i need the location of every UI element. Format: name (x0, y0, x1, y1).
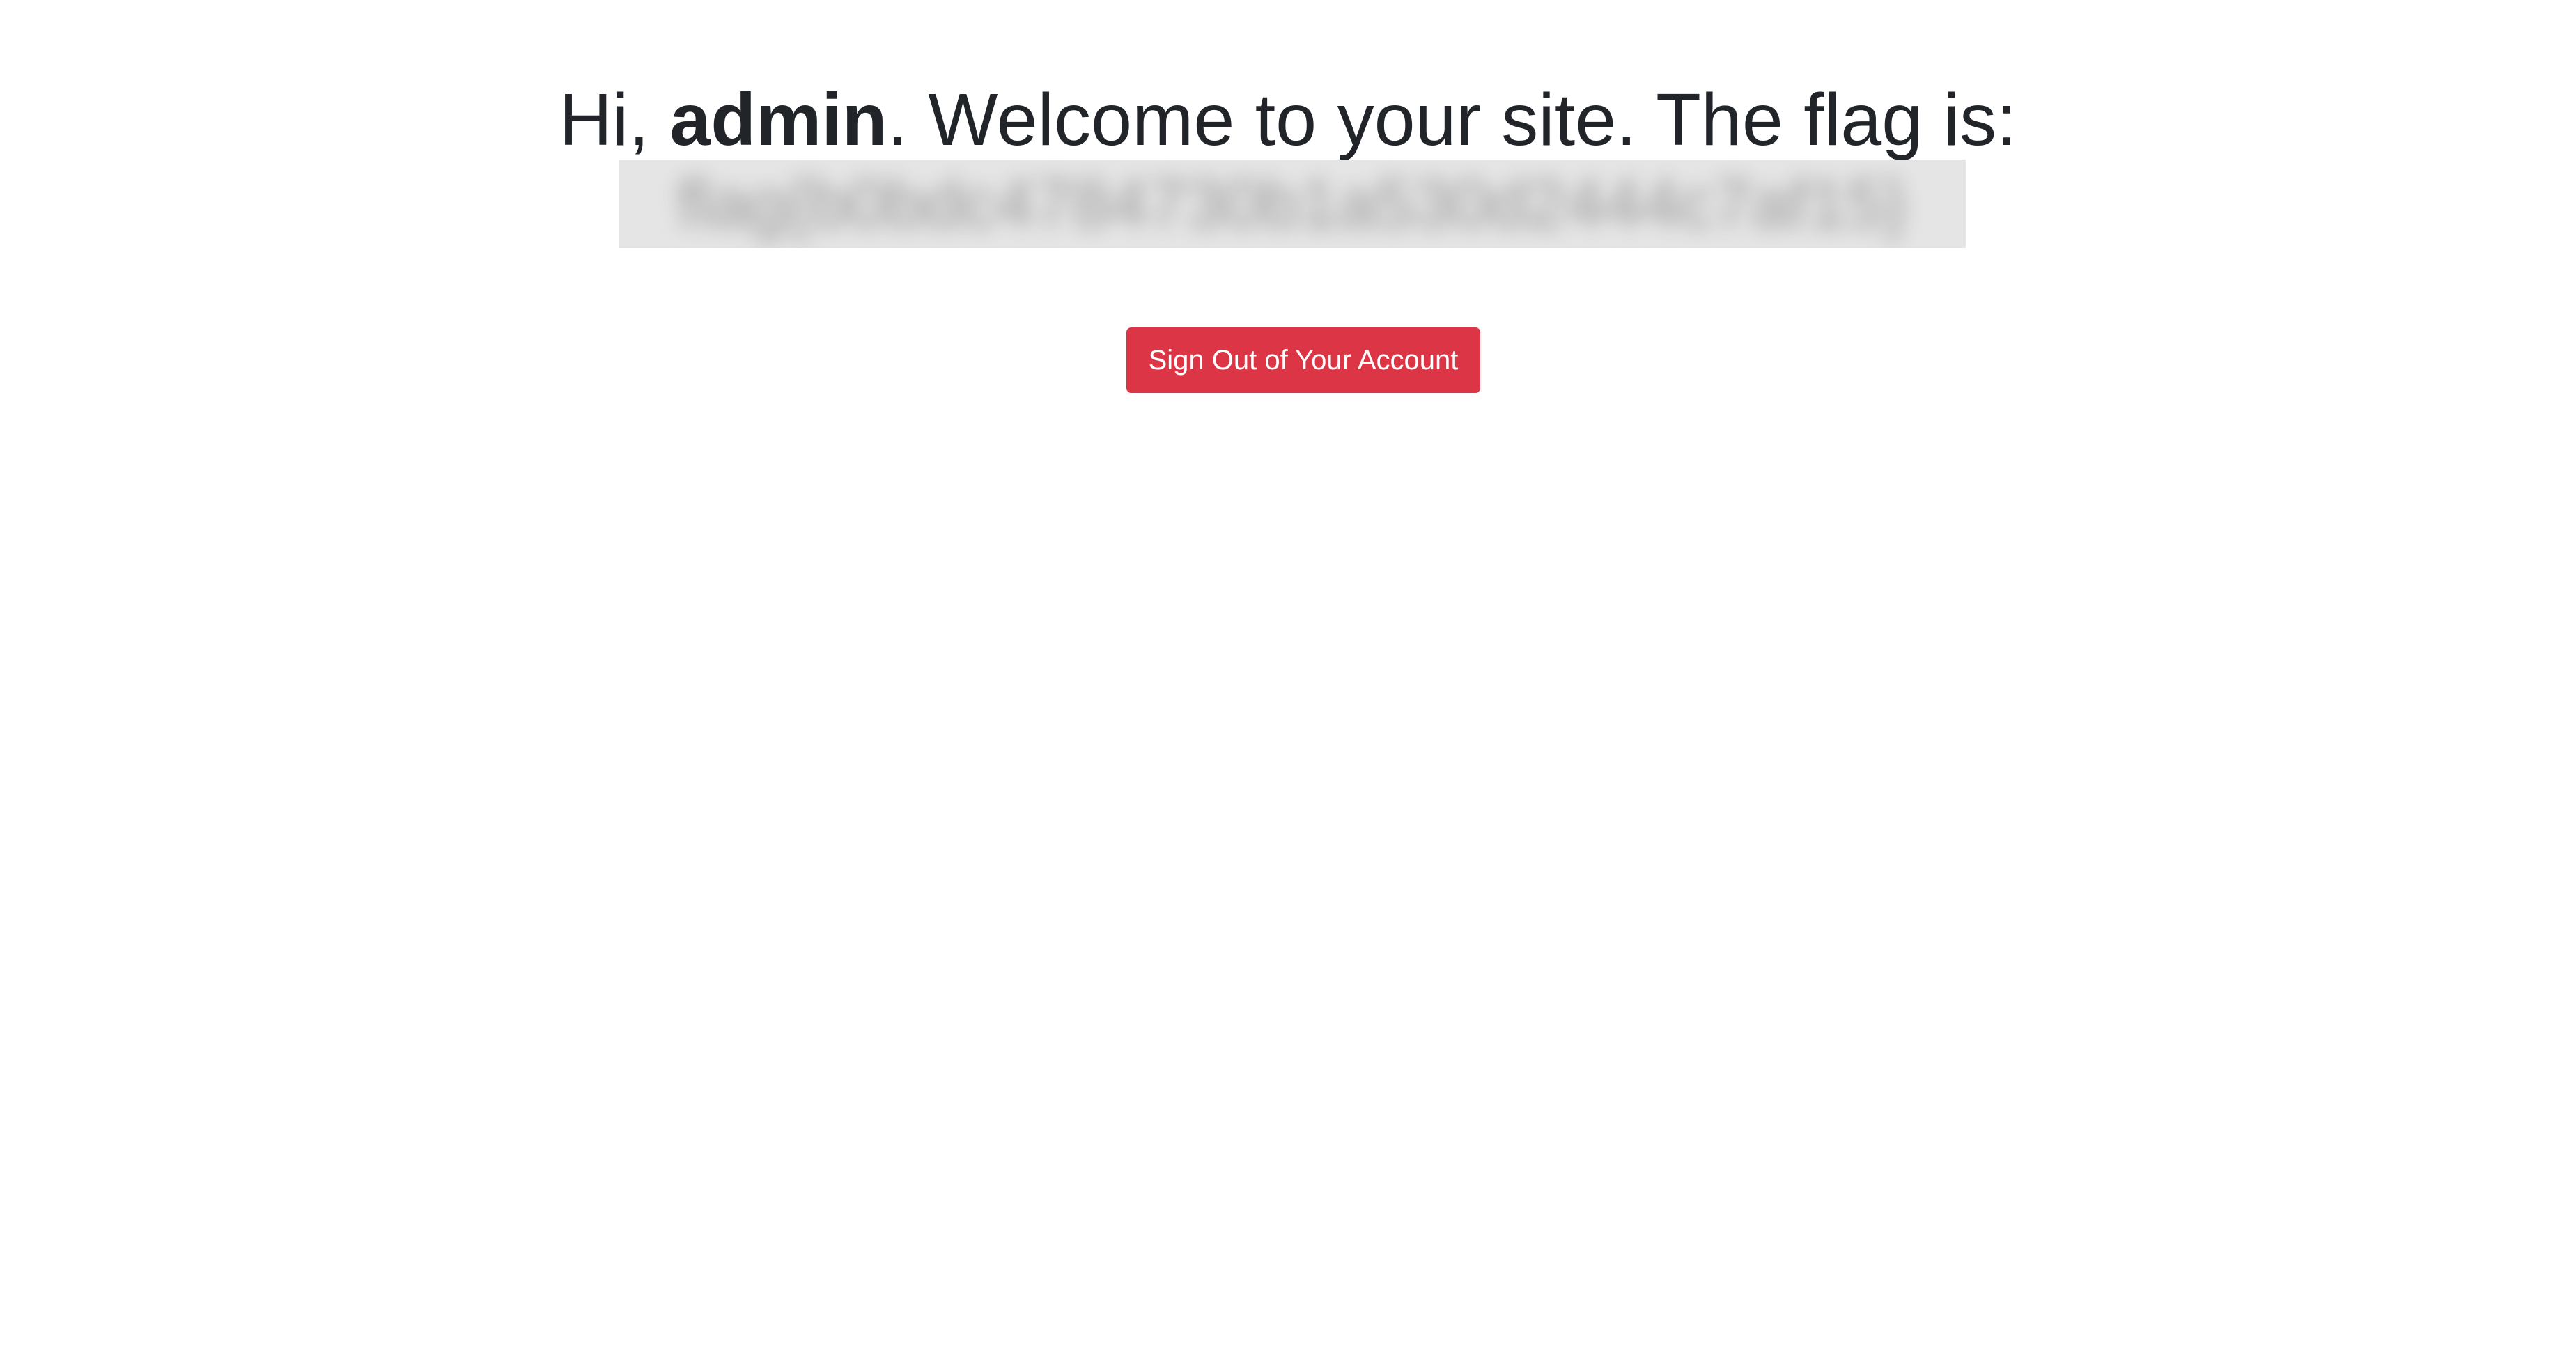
greeting-suffix: . Welcome to your site. The flag is: (887, 79, 2017, 161)
flag-value-box: flag{b0bdc4784730b1a530d2444c7af15} (619, 160, 1966, 248)
username: admin (669, 79, 887, 161)
sign-out-button[interactable]: Sign Out of Your Account (1126, 327, 1480, 393)
greeting-prefix: Hi, (559, 79, 670, 161)
welcome-page: Hi, admin. Welcome to your site. The fla… (0, 0, 2576, 1353)
welcome-heading: Hi, admin. Welcome to your site. The fla… (0, 71, 2576, 169)
flag-value: flag{b0bdc4784730b1a530d2444c7af15} (677, 165, 1907, 242)
